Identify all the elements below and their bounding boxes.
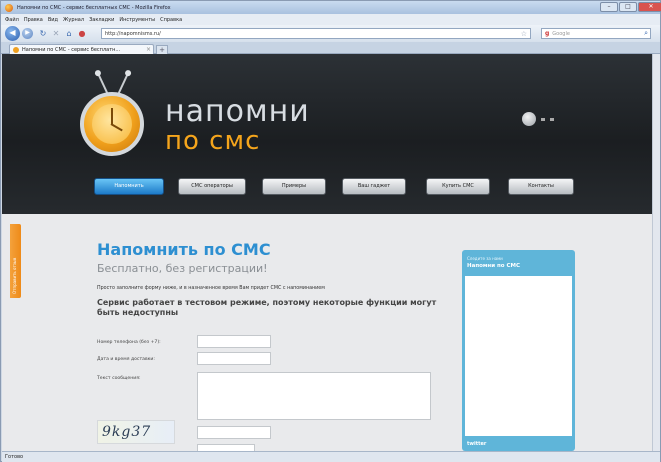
back-icon[interactable]: ◀: [5, 26, 20, 41]
avatar[interactable]: [522, 112, 536, 126]
captcha-image: 9kg37: [97, 420, 175, 444]
menu-edit[interactable]: Правка: [24, 17, 43, 23]
feedback-label[interactable]: Отправить отзыв: [12, 258, 17, 294]
submit-button[interactable]: [197, 444, 255, 451]
message-label: Текст сообщения:: [97, 376, 141, 381]
clock-logo-icon[interactable]: [80, 92, 144, 156]
page-subtitle: Бесплатно, без регистрации!: [97, 262, 268, 275]
page-title: Напомнить по СМС: [97, 240, 271, 259]
user-menu-dot: [541, 117, 545, 121]
user-menu-dot: [550, 117, 554, 121]
status-bar: Готово: [2, 451, 660, 462]
home-icon[interactable]: ⌂: [64, 29, 74, 39]
menu-gadget-button[interactable]: Ваш гаджет: [342, 178, 406, 195]
title-bar: Напомни по СМС - сервис бесплатных СМС -…: [1, 1, 661, 14]
minimize-icon[interactable]: –: [600, 2, 618, 12]
tab-strip: Напомни по СМС - сервис бесплатн... × +: [1, 42, 660, 54]
menu-file[interactable]: Файл: [5, 17, 19, 23]
search-icon[interactable]: ⌕: [644, 29, 648, 38]
feedback-tab[interactable]: Отправить отзыв: [10, 224, 21, 298]
menu-help[interactable]: Справка: [160, 17, 182, 23]
intro-text: Просто заполните форму ниже, и в назначе…: [97, 286, 325, 291]
brand-name-line2[interactable]: по смс: [165, 126, 260, 156]
site-header: напомни по смс Напомнить СМС операторы П…: [2, 54, 652, 214]
close-icon[interactable]: ✕: [638, 2, 661, 12]
search-input[interactable]: Google: [552, 31, 644, 37]
browser-window: Напомни по СМС - сервис бесплатных СМС -…: [0, 0, 661, 462]
window-controls: – □ ✕: [599, 2, 661, 13]
datetime-input[interactable]: [197, 352, 271, 365]
menu-history[interactable]: Журнал: [63, 17, 84, 23]
user-widget[interactable]: [522, 112, 554, 126]
social-widget: Следите за нами Напомни по СМС twitter: [462, 250, 575, 451]
navigation-toolbar: ◀ ▶ ↻ ✕ ⌂ ● http://napomnisms.ru/ ☆ g Go…: [1, 25, 660, 42]
widget-title[interactable]: Напомни по СМС: [467, 263, 520, 269]
url-text[interactable]: http://napomnisms.ru/: [105, 31, 521, 37]
widget-body: [465, 276, 572, 436]
menu-buy-sms-button[interactable]: Купить СМС: [426, 178, 490, 195]
vertical-scrollbar[interactable]: [652, 54, 660, 451]
menu-operators-button[interactable]: СМС операторы: [178, 178, 246, 195]
url-bar[interactable]: http://napomnisms.ru/ ☆: [101, 28, 531, 39]
datetime-label: Дата и время доставки:: [97, 357, 155, 362]
menu-contacts-button[interactable]: Контакты: [508, 178, 574, 195]
window-title: Напомни по СМС - сервис бесплатных СМС -…: [17, 4, 171, 11]
favicon-icon: [13, 46, 19, 53]
menu-remind-button[interactable]: Напомнить: [94, 178, 164, 195]
maximize-icon[interactable]: □: [619, 2, 637, 12]
tab-label[interactable]: Напомни по СМС - сервис бесплатн...: [22, 47, 146, 53]
menu-bar: Файл Правка Вид Журнал Закладки Инструме…: [1, 14, 660, 25]
firefox-icon: [5, 3, 13, 12]
captcha-input[interactable]: [197, 426, 271, 439]
reload-icon[interactable]: ↻: [38, 29, 48, 39]
phone-input[interactable]: [197, 335, 271, 348]
status-text: Готово: [5, 454, 24, 460]
widget-subtitle: Следите за нами: [467, 256, 503, 261]
search-bar[interactable]: g Google ⌕: [541, 28, 651, 39]
menu-view[interactable]: Вид: [48, 17, 58, 23]
page-viewport: напомни по смс Напомнить СМС операторы П…: [2, 54, 660, 451]
menu-tools[interactable]: Инструменты: [119, 17, 155, 23]
tab-napomni[interactable]: Напомни по СМС - сервис бесплатн... ×: [9, 44, 154, 54]
twitter-logo[interactable]: twitter: [467, 441, 486, 447]
menu-bookmarks[interactable]: Закладки: [89, 17, 114, 23]
menu-examples-button[interactable]: Примеры: [262, 178, 326, 195]
brand-name-line1[interactable]: напомни: [165, 94, 310, 129]
star-icon[interactable]: ☆: [521, 30, 527, 38]
forward-icon[interactable]: ▶: [22, 28, 33, 39]
bookmark-menu-icon[interactable]: ●: [77, 29, 87, 39]
message-textarea[interactable]: [197, 372, 431, 420]
warning-text: Сервис работает в тестовом режиме, поэто…: [97, 298, 437, 317]
search-engine-icon[interactable]: g: [545, 30, 549, 37]
tab-close-icon[interactable]: ×: [146, 46, 151, 53]
stop-icon[interactable]: ✕: [51, 29, 61, 39]
new-tab-button[interactable]: +: [156, 45, 168, 54]
phone-label: Номер телефона (без +7):: [97, 340, 161, 345]
